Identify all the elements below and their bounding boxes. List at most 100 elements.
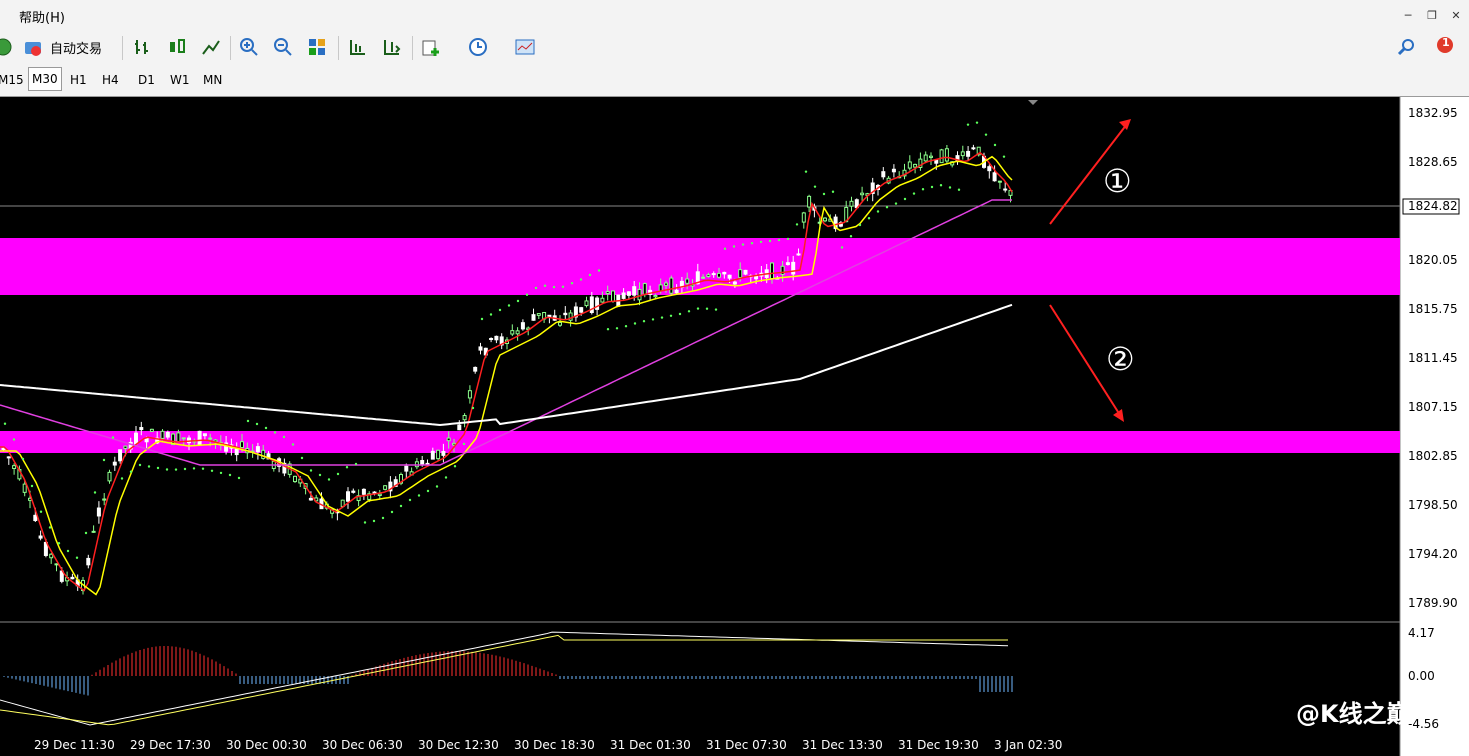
candle-body <box>473 366 478 372</box>
time-label: 31 Dec 01:30 <box>610 738 691 752</box>
candle-body <box>997 180 1002 183</box>
candle-body <box>165 431 170 438</box>
sar-dot <box>156 466 160 470</box>
candle-body <box>722 271 727 275</box>
candle-body <box>144 437 149 443</box>
macd-histogram <box>0 631 1013 726</box>
candle-body <box>987 166 992 172</box>
sar-dot <box>993 143 997 147</box>
sar-dot <box>354 462 358 466</box>
shift-marker <box>1028 100 1038 105</box>
sar-dot <box>606 328 610 331</box>
candle-body <box>860 192 865 196</box>
sar-dot <box>930 185 934 189</box>
sar-dot <box>507 304 511 307</box>
candle-body <box>430 450 435 460</box>
sar-dot <box>48 526 52 529</box>
sar-dot <box>912 192 916 195</box>
sar-dot <box>66 549 70 553</box>
chart-canvas <box>0 97 1460 756</box>
candle-body <box>743 269 748 275</box>
candle-body <box>446 437 451 442</box>
candle-body <box>441 451 446 456</box>
candle-body <box>881 171 886 178</box>
price-label: 1820.05 <box>1408 253 1458 267</box>
candle-body <box>669 277 674 294</box>
candle-body <box>86 557 91 566</box>
sar-dot <box>138 463 142 467</box>
candle-body <box>38 535 43 539</box>
candle-body <box>971 147 976 150</box>
sar-dot <box>201 467 205 470</box>
sar-dot <box>543 284 547 287</box>
candle-body <box>49 553 54 559</box>
candle-body <box>637 288 642 301</box>
candle-body <box>6 456 11 459</box>
sar-dot <box>273 431 277 434</box>
candle-body <box>404 465 409 472</box>
sar-dot <box>480 317 484 321</box>
candle-body <box>685 278 690 284</box>
candle-body <box>727 274 732 279</box>
candle-body <box>520 322 525 330</box>
sar-dot <box>768 239 772 243</box>
candle-body <box>112 461 117 466</box>
time-label: 29 Dec 11:30 <box>34 738 115 752</box>
candle-body <box>510 330 515 335</box>
candle-body <box>632 286 637 296</box>
candle-body <box>780 265 785 275</box>
sar-dot <box>291 443 295 446</box>
sar-dot <box>903 197 907 201</box>
candle-body <box>383 485 388 490</box>
candle-body <box>202 433 207 437</box>
sar-dot <box>633 322 637 325</box>
sar-dot <box>831 190 835 193</box>
candle-body <box>1003 188 1008 191</box>
macd-label: -4.56 <box>1408 717 1440 731</box>
candle-body <box>584 300 589 307</box>
sar-dot <box>966 123 970 126</box>
sar-dot <box>84 531 88 535</box>
candle-body <box>531 314 536 321</box>
sar-dot <box>660 316 664 319</box>
sar-dot <box>570 282 574 285</box>
candle-body <box>934 159 939 164</box>
macd-label: 0.00 <box>1408 669 1435 683</box>
sar-dot <box>336 472 340 476</box>
candle-body <box>134 432 138 445</box>
candle-body <box>706 274 711 277</box>
sar-dot <box>57 542 61 545</box>
candle-body <box>240 441 244 449</box>
ma-200-line <box>0 303 1013 427</box>
sar-dot <box>30 484 34 488</box>
candle-body <box>22 483 27 493</box>
candle-body <box>600 297 605 303</box>
candle-body <box>351 490 356 493</box>
candle-body <box>91 530 96 533</box>
candle-body <box>255 446 260 453</box>
macd-label: 4.17 <box>1408 626 1435 640</box>
sar-dot <box>192 467 196 470</box>
sar-dot <box>624 325 628 328</box>
sar-dot <box>210 469 214 472</box>
candle-body <box>494 335 499 341</box>
sar-dot <box>813 185 817 188</box>
sar-dot <box>669 314 673 317</box>
candle-body <box>605 291 610 295</box>
price-label: 1815.75 <box>1408 302 1458 316</box>
candle-body <box>674 289 679 294</box>
sar-dot <box>597 269 601 272</box>
sar-dot <box>795 223 799 226</box>
candle-body <box>467 390 472 399</box>
sar-dot <box>462 442 466 446</box>
sar-dot <box>498 308 502 312</box>
watermark: @K线之巅 <box>1296 700 1411 728</box>
candle-body <box>558 322 562 326</box>
sar-dot <box>921 188 925 191</box>
sar-dot <box>219 471 223 475</box>
time-label: 30 Dec 00:30 <box>226 738 307 752</box>
candle-body <box>12 465 17 469</box>
sar-dot <box>363 521 367 524</box>
ma-slow-line <box>0 155 1013 596</box>
price-label: 1798.50 <box>1408 498 1458 512</box>
